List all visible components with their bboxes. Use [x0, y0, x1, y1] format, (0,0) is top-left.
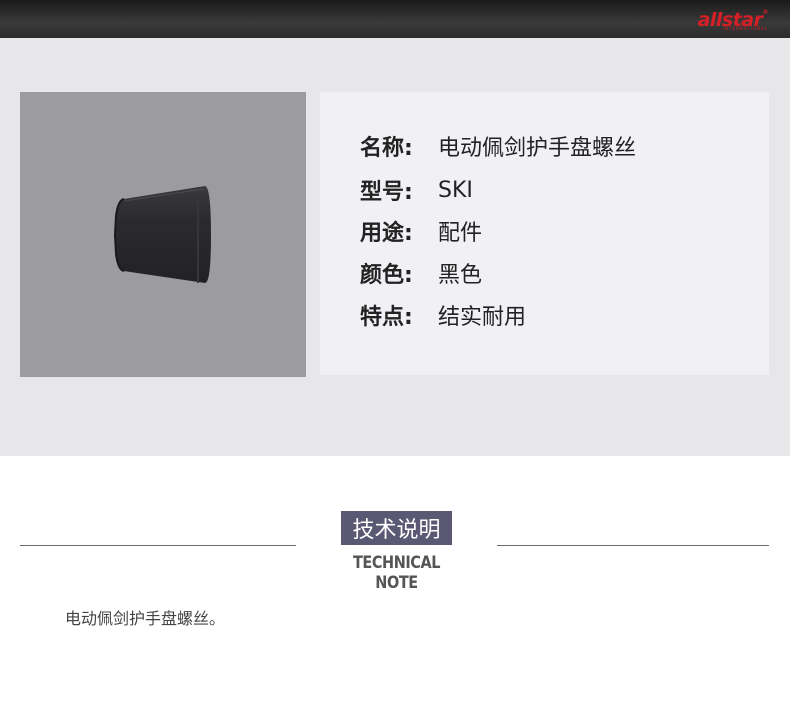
spec-value: 配件: [438, 221, 483, 246]
spec-label: 颜色:: [360, 263, 413, 288]
logo-subtext: INTERNATIONAL: [722, 26, 768, 31]
technical-note-subtitle: TECHNICAL NOTE: [352, 553, 441, 593]
spec-row-usage: 用途: 配件: [360, 215, 482, 247]
spec-label: 名称:: [360, 136, 413, 161]
spec-label: 特点:: [360, 305, 413, 330]
cone-bolt-icon: [113, 186, 211, 283]
spec-label: 型号:: [360, 180, 413, 205]
spec-value: 结实耐用: [438, 305, 527, 330]
logo-trademark: ®: [762, 9, 769, 16]
section-divider-left: [20, 545, 296, 546]
spec-row-name: 名称: 电动佩剑护手盘螺丝: [360, 130, 636, 162]
spec-row-model: 型号: SKI: [360, 174, 473, 206]
spec-card: 名称: 电动佩剑护手盘螺丝 型号: SKI 用途: 配件 颜色: 黑色 特点: …: [320, 92, 769, 375]
header-bar: allstar® INTERNATIONAL: [0, 0, 790, 38]
spec-label: 用途:: [360, 221, 413, 246]
spec-value: 电动佩剑护手盘螺丝: [438, 136, 637, 161]
technical-note-badge: 技术说明: [341, 511, 452, 545]
technical-description: 电动佩剑护手盘螺丝。: [65, 609, 226, 628]
product-photo: [20, 92, 306, 377]
spec-row-color: 颜色: 黑色: [360, 257, 482, 289]
spec-value: SKI: [438, 177, 473, 203]
spec-value: 黑色: [438, 263, 483, 288]
spec-row-feature: 特点: 结实耐用: [360, 299, 526, 331]
section-divider-right: [497, 545, 769, 546]
